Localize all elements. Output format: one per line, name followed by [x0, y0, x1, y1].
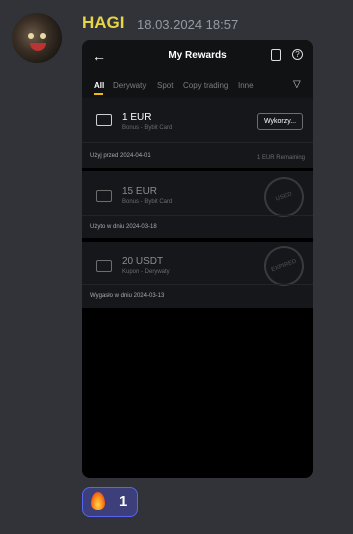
reward-status: Użyto w dniu 2024-03-18 — [90, 224, 157, 230]
reward-amount: 1 EUR — [122, 112, 152, 123]
reward-card[interactable]: 20 USDT Kupon - Derywaty EXPIRED Wygasło… — [82, 240, 313, 308]
app-header: ← My Rewards ? — [82, 40, 313, 72]
reaction-button[interactable]: 1 — [82, 487, 138, 517]
tab-spot[interactable]: Spot — [157, 81, 173, 90]
avatar-mouth — [30, 43, 46, 51]
username[interactable]: HAGI — [82, 13, 125, 33]
reaction-count: 1 — [119, 493, 128, 510]
reward-remaining: 1 EUR Remaining — [256, 155, 305, 161]
reward-subtitle: Bonus - Bybit Card — [122, 125, 173, 131]
avatar-eye — [28, 33, 34, 39]
tab-inne[interactable]: Inne — [238, 81, 254, 90]
divider — [82, 284, 313, 285]
reward-amount: 20 USDT — [122, 256, 164, 267]
divider — [82, 142, 313, 143]
reward-card[interactable]: 1 EUR Bonus - Bybit Card Wykorzy... Użyj… — [82, 98, 313, 168]
history-icon[interactable] — [271, 49, 281, 61]
tab-copy-trading[interactable]: Copy trading — [183, 81, 228, 90]
help-icon[interactable]: ? — [292, 49, 303, 60]
reward-card[interactable]: 15 EUR Bonus - Bybit Card USED Użyto w d… — [82, 171, 313, 238]
reward-subtitle: Kupon - Derywaty — [122, 269, 170, 275]
reward-status: Wygasło w dniu 2024-03-13 — [90, 293, 165, 299]
screenshot-attachment[interactable]: ← My Rewards ? All Derywaty Spot Copy tr… — [82, 40, 313, 478]
reward-subtitle: Bonus - Bybit Card — [122, 199, 173, 205]
divider — [82, 215, 313, 216]
filter-icon[interactable]: ▽ — [293, 79, 303, 90]
card-icon — [96, 190, 112, 202]
fire-emoji-icon — [91, 492, 105, 510]
use-button[interactable]: Wykorzy... — [257, 113, 303, 130]
tab-all[interactable]: All — [94, 81, 104, 90]
tab-derywaty[interactable]: Derywaty — [113, 81, 146, 90]
reward-amount: 15 EUR — [122, 186, 158, 197]
card-icon — [96, 114, 112, 126]
avatar[interactable] — [12, 13, 62, 63]
tab-bar: All Derywaty Spot Copy trading Inne ▽ — [82, 72, 313, 98]
active-tab-indicator — [94, 93, 103, 95]
coupon-icon — [96, 260, 112, 272]
avatar-eye — [40, 33, 46, 39]
reward-status: Użyj przed 2024-04-01 — [90, 153, 151, 159]
message-timestamp: 18.03.2024 18:57 — [137, 17, 239, 32]
